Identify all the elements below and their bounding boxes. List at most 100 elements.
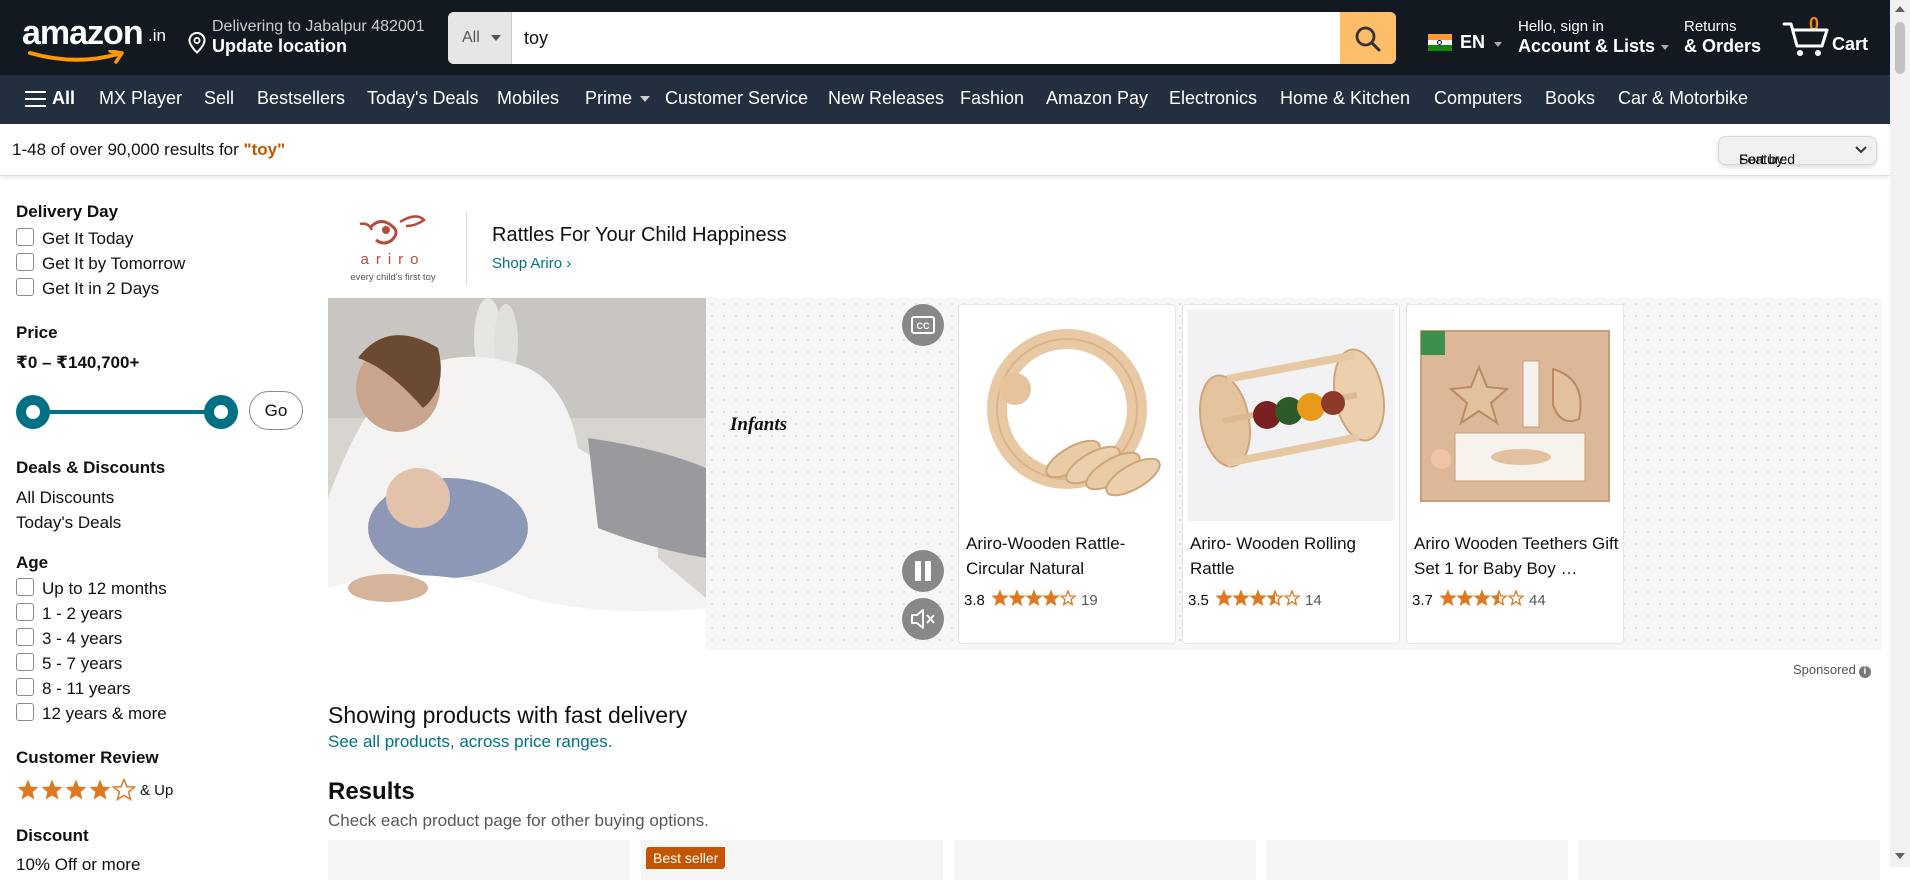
nav-mx-player[interactable]: MX Player: [99, 88, 182, 109]
mute-button[interactable]: [902, 598, 944, 640]
search-icon: [1355, 26, 1381, 52]
logo-tld: .in: [148, 26, 166, 45]
checkbox[interactable]: [16, 678, 34, 696]
checkbox[interactable]: [16, 228, 34, 246]
nav-computers[interactable]: Computers: [1434, 88, 1522, 109]
star-icon: [1249, 589, 1267, 607]
cart-button[interactable]: 0 Cart: [1782, 12, 1882, 60]
results-heading: Results: [328, 778, 415, 805]
page-scrollbar[interactable]: [1890, 0, 1910, 867]
checkbox[interactable]: [16, 628, 34, 646]
product-title[interactable]: Ariro- Wooden Rolling Rattle: [1190, 531, 1396, 581]
nav-prime-label: Prime: [585, 88, 633, 108]
search-department-select[interactable]: All: [448, 12, 512, 64]
chevron-down-icon: [1494, 42, 1502, 47]
star-icon: [1025, 589, 1043, 607]
search-button[interactable]: [1340, 12, 1396, 64]
star-rating-icon: [992, 589, 1077, 607]
price-slider-track[interactable]: [34, 410, 221, 414]
sponsored-video[interactable]: [328, 298, 706, 650]
checkbox-label: Up to 12 months: [42, 579, 167, 598]
checkbox[interactable]: [16, 653, 34, 671]
logo-text: amazon: [22, 14, 144, 52]
brand-divider: [466, 212, 467, 286]
scroll-down-arrow-icon[interactable]: [1895, 853, 1905, 859]
shop-brand-link[interactable]: Shop Ariro ›: [492, 255, 571, 272]
hamburger-menu-icon[interactable]: [25, 91, 46, 107]
nav-fashion[interactable]: Fashion: [960, 88, 1024, 109]
amazon-logo[interactable]: amazon .in: [22, 14, 172, 64]
product-image[interactable]: [963, 309, 1171, 521]
returns-line1: Returns: [1684, 18, 1737, 35]
star-rating-icon: [1440, 589, 1525, 607]
star-icon: [1283, 589, 1301, 607]
account-lists[interactable]: Hello, sign in Account & Lists: [1518, 18, 1670, 57]
product-image[interactable]: [1187, 309, 1395, 521]
product-image[interactable]: [1411, 309, 1619, 521]
results-subtext: Check each product page for other buying…: [328, 811, 709, 830]
see-all-products-link[interactable]: See all products, across price ranges.: [328, 732, 612, 752]
result-card[interactable]: [1266, 840, 1568, 880]
nav-new-releases[interactable]: New Releases: [828, 88, 944, 109]
sponsored-label[interactable]: Sponsored i: [1793, 662, 1871, 678]
nav-electronics[interactable]: Electronics: [1169, 88, 1257, 109]
scroll-up-arrow-icon[interactable]: [1895, 6, 1905, 12]
all-discounts-link[interactable]: All Discounts: [16, 488, 114, 508]
discount-10-link[interactable]: 10% Off or more: [16, 855, 140, 875]
wooden-rattle-ring-image: [963, 309, 1171, 521]
result-card[interactable]: [954, 840, 1256, 880]
rating-count: 14: [1305, 592, 1322, 609]
nav-amazon-pay[interactable]: Amazon Pay: [1046, 88, 1148, 109]
rating-count: 44: [1529, 592, 1546, 609]
price-slider-min-handle[interactable]: [16, 395, 50, 429]
ariro-brand-logo[interactable]: ariro every child's first toy: [340, 212, 446, 286]
nav-sell[interactable]: Sell: [204, 88, 234, 109]
checkbox[interactable]: [16, 578, 34, 596]
nav-books[interactable]: Books: [1545, 88, 1595, 109]
closed-captions-button[interactable]: CC: [902, 304, 944, 346]
returns-orders[interactable]: Returns & Orders: [1684, 18, 1761, 57]
age-heading: Age: [16, 553, 49, 572]
pause-button[interactable]: [902, 550, 944, 592]
star-icon: [1232, 589, 1250, 607]
sponsored-product-card[interactable]: Ariro- Wooden Rolling Rattle 3.5 14: [1182, 304, 1400, 644]
account-greeting: Hello, sign in: [1518, 18, 1604, 35]
sponsored-product-card[interactable]: Ariro-Wooden Rattle-Circular Natural 3.8…: [958, 304, 1176, 644]
nav-prime[interactable]: Prime: [585, 88, 651, 109]
four-stars-up-filter[interactable]: & Up: [16, 778, 173, 807]
todays-deals-link[interactable]: Today's Deals: [16, 513, 121, 533]
smile-arrow-icon: [28, 50, 124, 64]
result-card[interactable]: [328, 840, 630, 880]
nav-car-motorbike[interactable]: Car & Motorbike: [1618, 88, 1748, 109]
result-card[interactable]: [1578, 840, 1880, 880]
checkbox[interactable]: [16, 278, 34, 296]
price-go-button[interactable]: Go: [249, 391, 303, 430]
nav-bestsellers[interactable]: Bestsellers: [257, 88, 345, 109]
nav-mobiles[interactable]: Mobiles: [497, 88, 559, 109]
product-title[interactable]: Ariro Wooden Teethers Gift Set 1 for Bab…: [1414, 531, 1620, 581]
star-rating-icon: [17, 778, 136, 801]
teether-gift-box-image: [1411, 309, 1619, 521]
sponsored-headline[interactable]: Rattles For Your Child Happiness: [492, 224, 787, 247]
nav-home-kitchen[interactable]: Home & Kitchen: [1280, 88, 1410, 109]
checkbox[interactable]: [16, 703, 34, 721]
search-input[interactable]: [524, 12, 1284, 64]
price-slider-max-handle[interactable]: [204, 395, 238, 429]
star-rating-icon: [1216, 589, 1301, 607]
nav-customer-service[interactable]: Customer Service: [665, 88, 808, 109]
account-label: Account & Lists: [1518, 36, 1656, 56]
sponsored-product-card[interactable]: Ariro Wooden Teethers Gift Set 1 for Bab…: [1406, 304, 1624, 644]
scrollbar-thumb[interactable]: [1895, 22, 1905, 74]
checkbox-label: Get It by Tomorrow: [42, 254, 186, 273]
checkbox[interactable]: [16, 253, 34, 271]
nav-all[interactable]: All: [52, 88, 75, 109]
product-title[interactable]: Ariro-Wooden Rattle-Circular Natural: [966, 531, 1172, 581]
sub-navbar: All MX Player Sell Bestsellers Today's D…: [0, 75, 1890, 124]
stars-up-label: & Up: [140, 782, 174, 799]
nav-todays-deals[interactable]: Today's Deals: [367, 88, 479, 109]
delivery-line2: Update location: [212, 36, 348, 56]
sort-dropdown[interactable]: Sort by: Featured: [1718, 136, 1877, 167]
checkbox[interactable]: [16, 603, 34, 621]
rating-value: 3.7: [1412, 592, 1433, 609]
delivery-line1: Delivering to Jabalpur 482001: [212, 18, 425, 35]
